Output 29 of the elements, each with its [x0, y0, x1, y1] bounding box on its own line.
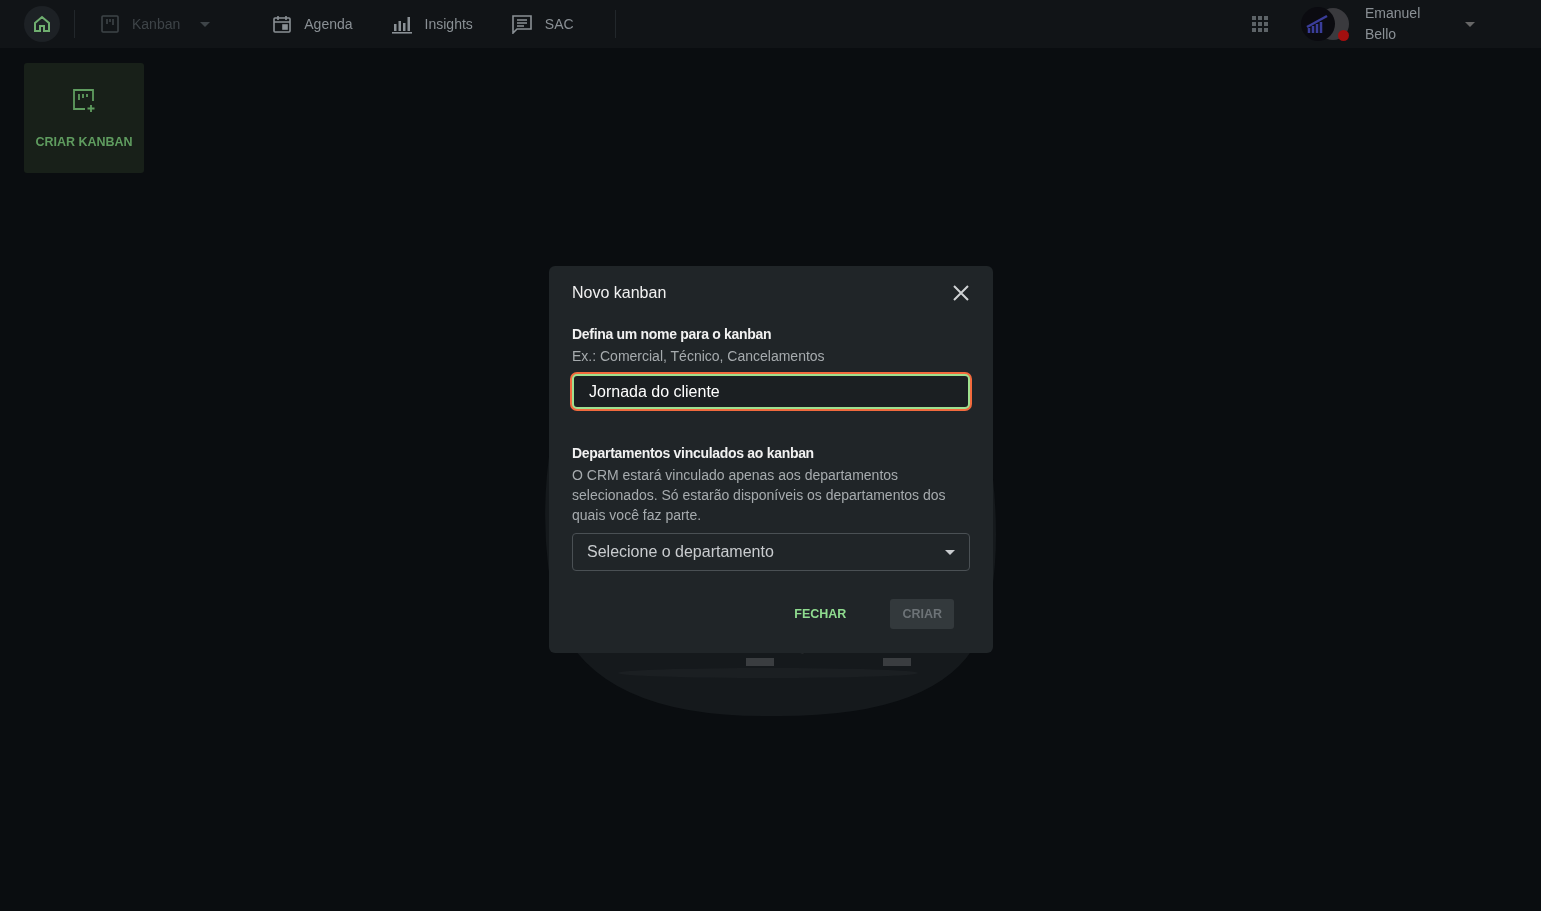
calendar-icon: [272, 14, 293, 34]
caret-icon: [945, 549, 955, 555]
close-icon[interactable]: [952, 284, 970, 302]
home-button[interactable]: [24, 6, 60, 42]
field-hint: Ex.: Comercial, Técnico, Cancelamentos: [572, 347, 826, 366]
nav-label: Agenda: [304, 16, 353, 32]
bar-chart-icon: [390, 14, 413, 34]
field-description: O CRM estará vinculado apenas aos departamentos selecionados. Só estarão disponíveis os departamentos dos quais você faz parte.: [572, 466, 947, 525]
nav-link[interactable]: SAC: [499, 14, 585, 34]
kanban-add-icon: [71, 87, 97, 113]
status-dot: [1338, 30, 1349, 41]
department-select[interactable]: Selecione o departamento: [572, 533, 970, 571]
dialog-title: Novo kanban: [572, 284, 667, 302]
apps-grid-icon[interactable]: [1251, 15, 1269, 33]
nav-label: Insights: [424, 16, 473, 32]
kanban-icon: [100, 14, 120, 34]
nav-link[interactable]: Agenda: [261, 14, 364, 34]
home-icon: [32, 14, 52, 34]
close-button[interactable]: FECHAR: [782, 599, 859, 629]
nav-link[interactable]: Insights: [379, 14, 484, 34]
user-avatar[interactable]: [1301, 7, 1349, 41]
caret-icon[interactable]: [1465, 21, 1475, 27]
name-input-field[interactable]: Jornada do cliente: [572, 374, 970, 409]
field-label: Defina um nome para o kanban: [572, 326, 773, 342]
create-kanban-button[interactable]: CRIAR KANBAN: [24, 63, 144, 173]
user-name: Emanuel Bello: [1365, 4, 1422, 44]
nav-label: SAC: [544, 16, 574, 32]
field-label: Departamentos vinculados ao kanban: [572, 445, 815, 461]
chat-icon: [510, 14, 533, 34]
